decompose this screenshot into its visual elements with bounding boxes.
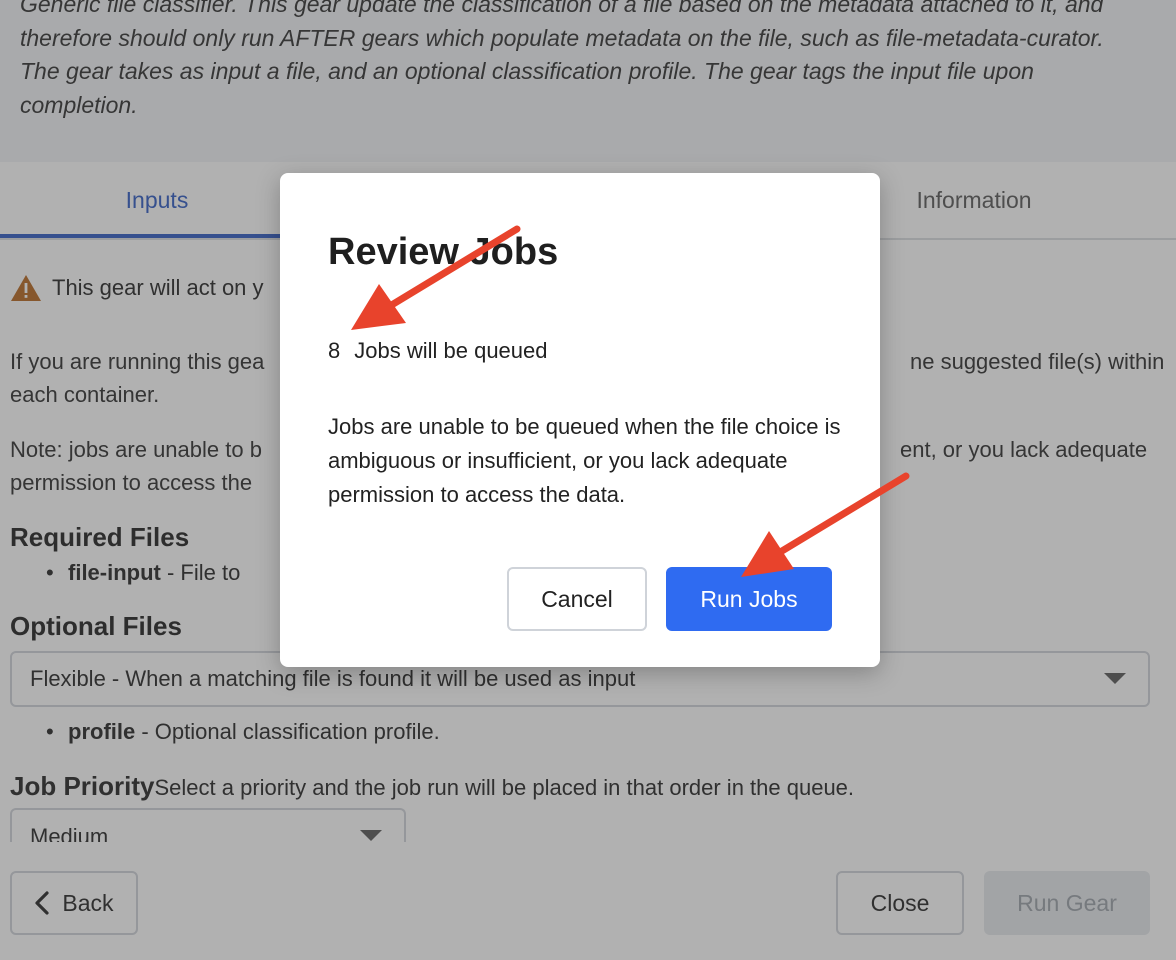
job-count: 8 [328, 338, 341, 363]
jobs-queued-line: 8 Jobs will be queued [328, 338, 548, 364]
run-jobs-button[interactable]: Run Jobs [666, 567, 832, 631]
dialog-note: Jobs are unable to be queued when the fi… [328, 414, 841, 507]
cancel-button[interactable]: Cancel [507, 567, 647, 631]
dialog-title: Review Jobs [328, 231, 559, 273]
jobs-queued-text: Jobs will be queued [354, 338, 548, 363]
review-jobs-dialog: Review Jobs 8 Jobs will be queued Jobs ar… [280, 173, 880, 667]
